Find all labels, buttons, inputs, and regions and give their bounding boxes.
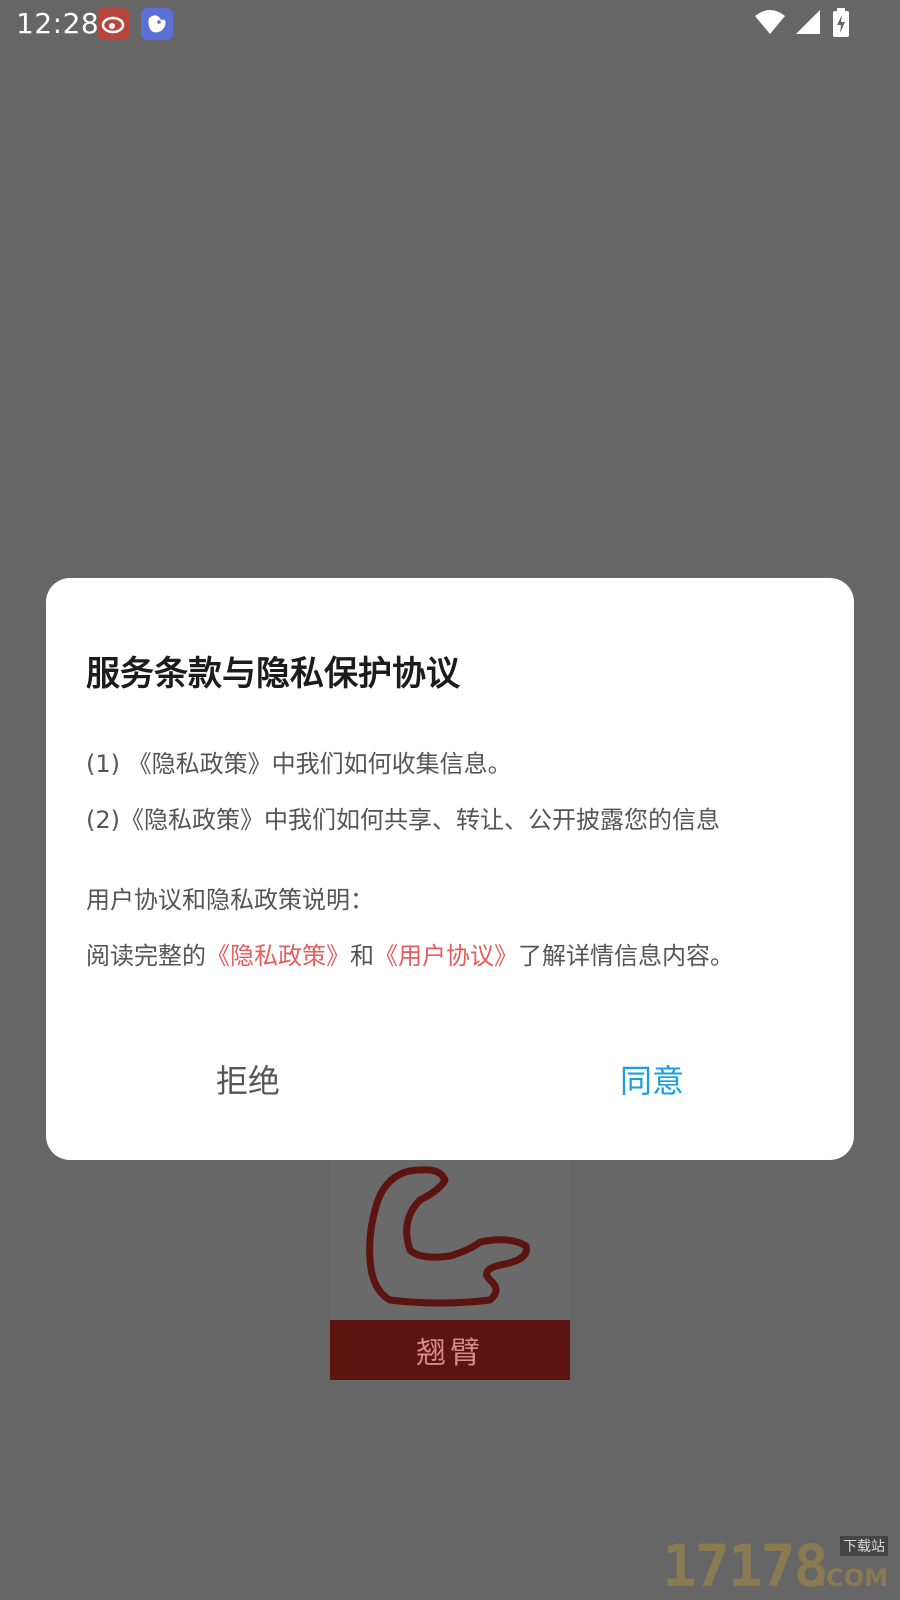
status-time: 12:28 [16, 7, 100, 40]
bird-app-icon [141, 8, 173, 40]
dialog-line-read-full: 阅读完整的《隐私政策》和《用户协议》了解详情信息内容。 [86, 940, 734, 972]
signal-icon [796, 10, 820, 34]
watermark-com-text: .COM [816, 1564, 888, 1592]
wifi-icon [755, 10, 785, 34]
weibo-icon [97, 8, 129, 40]
dialog-title: 服务条款与隐私保护协议 [86, 654, 460, 694]
background-app-logo: 翘臂 [330, 1160, 570, 1380]
status-bar: 12:28 [0, 0, 900, 48]
battery-charging-icon [833, 8, 849, 37]
agree-button[interactable]: 同意 [450, 1056, 854, 1106]
privacy-dialog: 服务条款与隐私保护协议 (1) 《隐私政策》中我们如何收集信息。 (2)《隐私政… [46, 578, 854, 1160]
user-agreement-link[interactable]: 《用户协议》 [374, 942, 518, 970]
read-full-prefix: 阅读完整的 [86, 942, 206, 970]
read-full-suffix: 了解详情信息内容。 [518, 942, 734, 970]
logo-text: 翘臂 [416, 1336, 484, 1371]
read-full-middle: 和 [350, 942, 374, 970]
privacy-policy-link[interactable]: 《隐私政策》 [206, 942, 350, 970]
arm-icon [366, 1166, 530, 1307]
watermark-small-text: 下载站 [840, 1536, 888, 1556]
dialog-line-explanation: 用户协议和隐私政策说明： [86, 886, 374, 914]
watermark-number: 17178 [662, 1532, 829, 1600]
dialog-line-share: (2)《隐私政策》中我们如何共享、转让、公开披露您的信息 [86, 806, 720, 834]
dialog-line-collect: (1) 《隐私政策》中我们如何收集信息。 [86, 750, 512, 778]
reject-button[interactable]: 拒绝 [46, 1056, 450, 1106]
watermark: 17178 下载站 .COM [662, 1536, 892, 1596]
